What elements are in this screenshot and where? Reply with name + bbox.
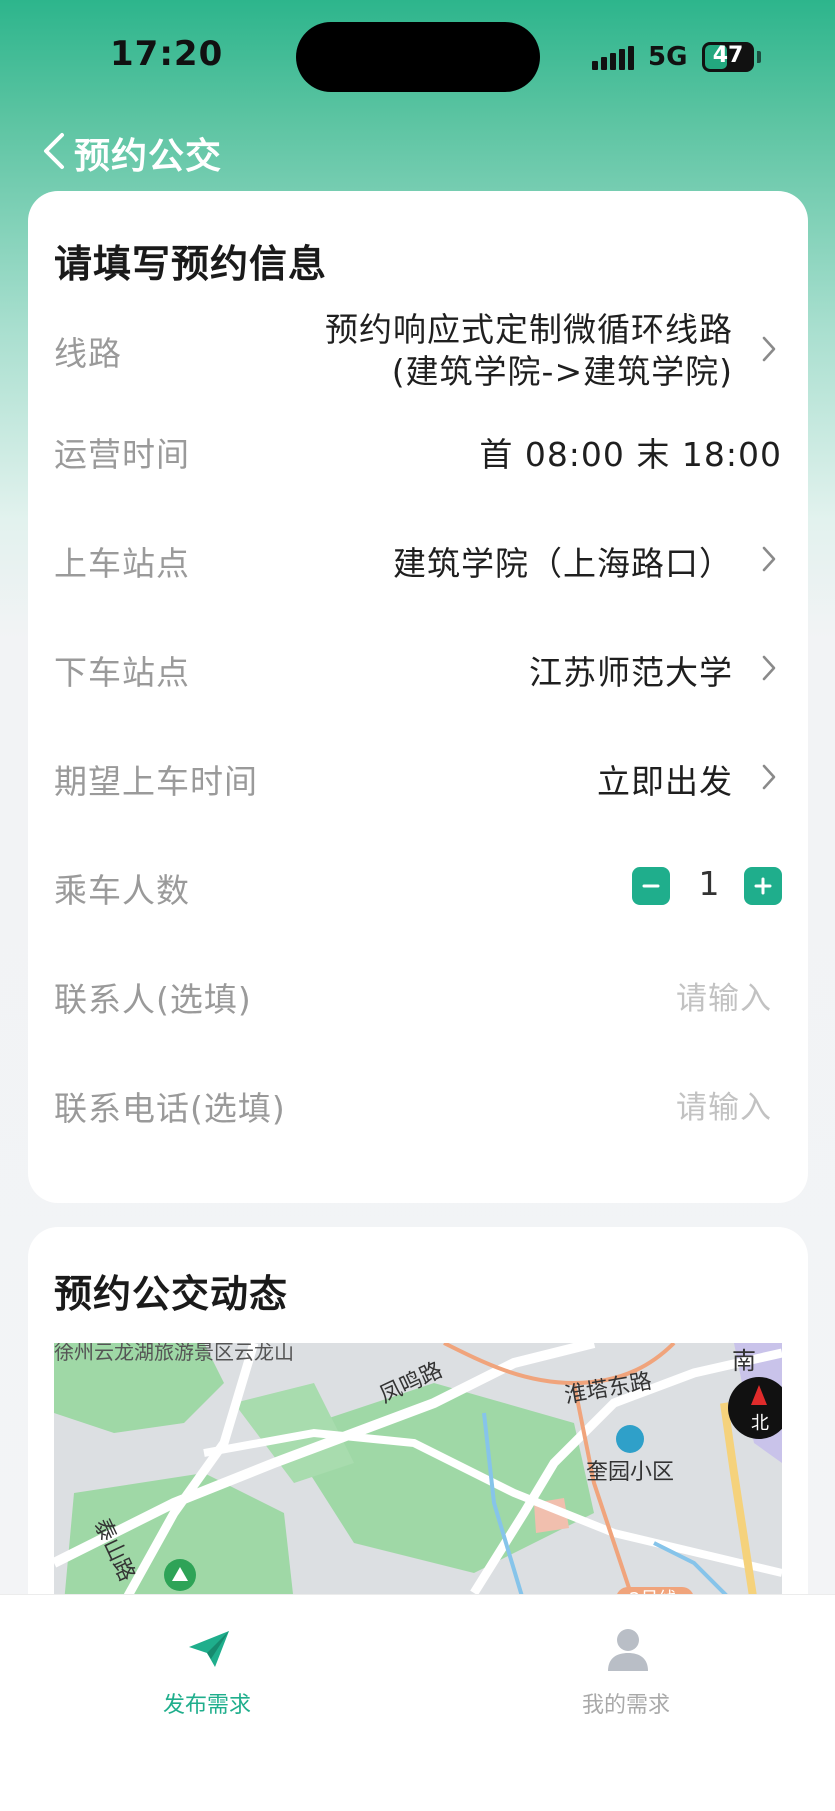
alighting-stop-row[interactable]: 下车站点 江苏师范大学 [28, 618, 808, 718]
map-label-kuiyuan: 奎园小区 [586, 1460, 674, 1485]
hours-row: 运营时间 首 08:00 末 18:00 [28, 400, 808, 500]
chevron-right-icon [762, 655, 776, 681]
phone-input[interactable]: 请输入 [676, 1082, 772, 1127]
paper-plane-icon [189, 1631, 229, 1667]
status-bar: 17:20 5G 47 [0, 0, 835, 115]
tab-label: 发布需求 [162, 1693, 251, 1718]
passenger-count-value: 1 [698, 864, 720, 903]
page-title: 预约公交 [74, 136, 223, 177]
route-map[interactable]: 徐州云龙湖旅游景区云龙山 凤鸣路 淮塔东路 奎园小区 泰山路 2号线 北 南 [54, 1343, 782, 1603]
hours-value: 首 08:00 末 18:00 [479, 435, 782, 474]
battery-level: 47 [712, 43, 744, 68]
compass-south-label: 南 [732, 1347, 756, 1375]
booking-form-card: 请填写预约信息 线路 预约响应式定制微循环线路 (建筑学院->建筑学院) 运营时… [28, 191, 808, 1203]
chevron-right-icon [762, 336, 776, 362]
tab-label: 我的需求 [581, 1693, 670, 1718]
boarding-stop-label: 上车站点 [54, 544, 190, 583]
map-label-scenic-area: 徐州云龙湖旅游景区云龙山 [54, 1343, 294, 1364]
hours-label: 运营时间 [54, 435, 190, 474]
tab-my-requests[interactable]: 我的需求 [476, 1595, 776, 1735]
page: 17:20 5G 47 预约公交 请填写预约信息 线路 预约响应式定制微循环线路 [0, 0, 835, 1811]
alighting-stop-label: 下车站点 [54, 653, 190, 692]
battery-icon: 47 [702, 42, 754, 72]
departure-time-row[interactable]: 期望上车时间 立即出发 [28, 727, 808, 827]
dynamic-island [296, 22, 540, 92]
contact-label: 联系人(选填) [54, 980, 252, 1019]
minus-icon [642, 884, 660, 888]
back-arrow-icon[interactable] [38, 129, 70, 173]
tab-publish-request[interactable]: 发布需求 [57, 1595, 357, 1735]
decrease-passengers-button[interactable] [632, 867, 670, 905]
departure-time-value: 立即出发 [597, 762, 733, 801]
status-time: 17:20 [110, 34, 224, 74]
route-name: 预约响应式定制微循环线路 [325, 310, 733, 349]
compass-north-label: 北 [751, 1413, 769, 1434]
battery-cap [757, 51, 761, 63]
phone-row: 联系电话(选填) 请输入 [28, 1054, 808, 1154]
departure-time-label: 期望上车时间 [54, 762, 258, 801]
passenger-count-row: 乘车人数 1 [28, 836, 808, 936]
route-label: 线路 [54, 334, 122, 373]
chevron-right-icon [762, 764, 776, 790]
user-icon [608, 1629, 648, 1671]
contact-row: 联系人(选填) 请输入 [28, 945, 808, 1045]
dynamics-title: 预约公交动态 [54, 1272, 289, 1316]
route-row[interactable]: 线路 预约响应式定制微循环线路 (建筑学院->建筑学院) [28, 299, 808, 399]
bottom-tab-bar: 发布需求 我的需求 [0, 1594, 835, 1811]
signal-icon [592, 46, 636, 70]
network-label: 5G [648, 42, 688, 72]
passenger-count-label: 乘车人数 [54, 871, 190, 910]
chevron-right-icon [762, 546, 776, 572]
map-poi-icon [616, 1425, 644, 1453]
boarding-stop-value: 建筑学院（上海路口） [393, 544, 733, 583]
map-canvas: 徐州云龙湖旅游景区云龙山 凤鸣路 淮塔东路 奎园小区 泰山路 2号线 [54, 1343, 782, 1603]
boarding-stop-row[interactable]: 上车站点 建筑学院（上海路口） [28, 509, 808, 609]
contact-input[interactable]: 请输入 [676, 973, 772, 1018]
alighting-stop-value: 江苏师范大学 [529, 653, 733, 692]
phone-label: 联系电话(选填) [54, 1089, 286, 1128]
route-value: 预约响应式定制微循环线路 (建筑学院->建筑学院) [325, 309, 733, 393]
form-title: 请填写预约信息 [54, 242, 328, 286]
compass-icon[interactable]: 北 [726, 1375, 782, 1441]
route-direction: (建筑学院->建筑学院) [391, 352, 733, 391]
increase-passengers-button[interactable] [744, 867, 782, 905]
nav-bar: 预约公交 [0, 115, 835, 190]
plus-icon [754, 877, 772, 895]
